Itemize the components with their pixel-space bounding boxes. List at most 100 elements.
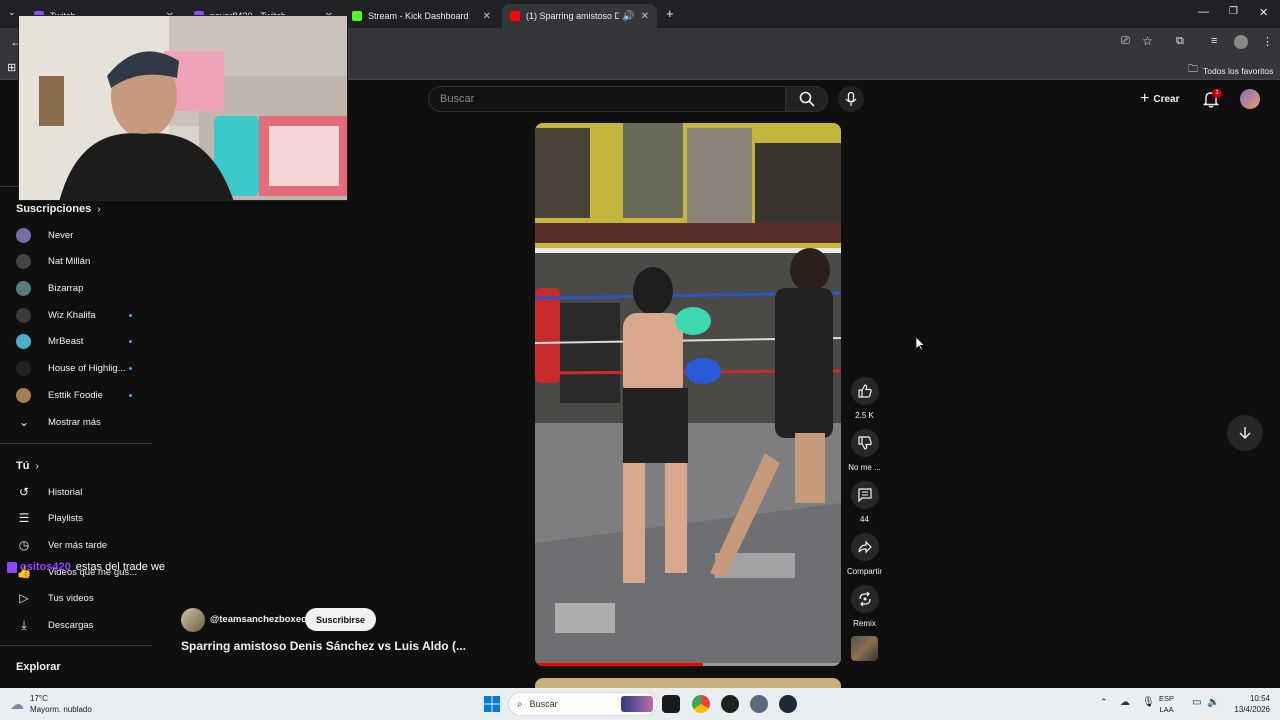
sidebar-subscription-item[interactable]: Bizarrap: [16, 277, 146, 299]
close-tab-icon[interactable]: ✕: [483, 11, 491, 22]
all-bookmarks-folder[interactable]: 🗀 Todos los favoritos: [1188, 62, 1273, 79]
new-content-dot: [129, 393, 132, 397]
new-tab-icon[interactable]: +: [666, 6, 674, 21]
search-icon: ⌕: [517, 698, 523, 710]
create-button[interactable]: + Crear: [1140, 88, 1179, 110]
minimize-icon[interactable]: —: [1198, 6, 1209, 18]
twitch-badge-icon: [7, 561, 17, 573]
short-video-player[interactable]: [535, 123, 841, 666]
search-highlight-image: [621, 696, 653, 712]
task-view-icon[interactable]: [662, 695, 680, 713]
sidebar-subscription-item[interactable]: MrBeast: [16, 331, 146, 353]
volume-icon[interactable]: 🔉: [1207, 697, 1219, 708]
sidebar-item-history[interactable]: ↺ Historial: [16, 481, 156, 503]
browser-menu-icon[interactable]: ⋮: [1262, 35, 1273, 48]
playlists-icon: ☰: [18, 511, 30, 525]
subscription-name: Nat Millán: [48, 256, 91, 268]
remix-button[interactable]: Remix: [849, 585, 880, 628]
chevron-down-icon: ⌄: [18, 415, 30, 429]
tray-chevron-up-icon[interactable]: ⌃: [1100, 697, 1108, 708]
subscribe-button[interactable]: Suscribirse: [305, 608, 377, 631]
mouse-cursor-icon: [916, 337, 925, 351]
thumbs-down-icon: [850, 429, 879, 457]
microphone-icon: [845, 91, 857, 106]
network-icon[interactable]: ▭: [1192, 697, 1201, 708]
media-controls-icon[interactable]: ≡: [1211, 35, 1217, 47]
like-button[interactable]: 2.5 K: [849, 377, 880, 420]
channel-avatar: [16, 254, 31, 270]
extensions-icon[interactable]: ⧉: [1176, 35, 1184, 48]
folder-icon: 🗀: [1188, 64, 1198, 75]
weather-widget[interactable]: ☁ 17°C Mayorm. nublado: [10, 693, 92, 715]
video-title[interactable]: Sparring amistoso Denis Sánchez vs Luis …: [181, 639, 466, 653]
voice-search-button[interactable]: [838, 86, 864, 112]
sidebar-item-playlists[interactable]: ☰ Playlists: [16, 507, 156, 529]
onedrive-icon[interactable]: ☁: [1120, 697, 1130, 708]
app-icon[interactable]: [721, 695, 739, 713]
sidebar-subscription-item[interactable]: Wiz Khalifa: [16, 304, 146, 326]
comment-icon: [850, 481, 879, 509]
system-clock[interactable]: 10:54 13/4/2026: [1222, 693, 1270, 715]
chat-username: ositos420: [20, 561, 71, 573]
windows-start-icon[interactable]: [484, 696, 500, 712]
thumbs-up-icon: [850, 377, 879, 405]
channel-avatar: [16, 227, 31, 243]
close-window-icon[interactable]: ✕: [1259, 6, 1268, 19]
avatar[interactable]: [1240, 89, 1260, 109]
tab-list-chevron-icon[interactable]: ⌄: [8, 7, 16, 18]
webcam-overlay: [18, 15, 348, 201]
sidebar-subscription-item[interactable]: House of Highlig...: [16, 358, 146, 380]
channel-avatar: [16, 280, 31, 296]
plus-icon: +: [1140, 90, 1150, 107]
subscription-name: Never: [48, 229, 74, 241]
tab-youtube-sparring[interactable]: (1) Sparring amistoso Deni: 🔊 ✕: [502, 4, 657, 28]
comments-button[interactable]: 44: [849, 481, 880, 524]
settings-gear-icon[interactable]: [750, 695, 768, 713]
new-content-dot: [129, 313, 132, 317]
audio-thumbnail[interactable]: [851, 636, 878, 661]
steam-icon[interactable]: [779, 695, 797, 713]
cast-icon[interactable]: ⎚: [1121, 35, 1130, 48]
sidebar-subscription-item[interactable]: Esttik Foodie: [16, 384, 146, 406]
sidebar-item-watch-later[interactable]: ◷ Ver más tarde: [16, 534, 156, 556]
kick-favicon-icon: [352, 11, 362, 21]
bookmark-star-icon[interactable]: ☆: [1142, 34, 1153, 48]
restore-icon[interactable]: ❐: [1229, 6, 1238, 17]
next-short-preview[interactable]: [535, 678, 841, 688]
dislike-button[interactable]: No me ...: [848, 429, 881, 472]
search-button[interactable]: [786, 86, 828, 112]
video-frame: [535, 123, 841, 666]
next-video-button[interactable]: [1227, 415, 1263, 451]
sidebar-subscription-item[interactable]: Never: [16, 224, 146, 246]
video-progress-fill: [535, 663, 704, 666]
notification-count-badge: 1: [1212, 89, 1222, 98]
subscription-name: Wiz Khalifa: [48, 309, 96, 321]
youtube-favicon-icon: [510, 11, 520, 21]
language-indicator[interactable]: ESP LAA: [1159, 693, 1174, 715]
sidebar-item-your-videos[interactable]: ▷ Tus videos: [16, 587, 156, 609]
show-more-button[interactable]: ⌄ Mostrar más: [16, 411, 156, 433]
sidebar-divider: [0, 645, 152, 646]
channel-avatar[interactable]: [181, 608, 205, 632]
tab-kick-dashboard[interactable]: Stream - Kick Dashboard ✕: [344, 4, 499, 28]
arrow-down-icon: [1239, 427, 1251, 439]
apps-grid-icon[interactable]: ⊞: [7, 61, 16, 74]
share-button[interactable]: Compartir: [847, 533, 882, 576]
channel-name[interactable]: @teamsanchezboxeo: [210, 614, 307, 625]
video-progress-bar[interactable]: [535, 663, 841, 666]
close-tab-icon[interactable]: ✕: [641, 11, 649, 22]
you-heading[interactable]: Tú ›: [16, 460, 39, 472]
downloads-icon: ⤓: [21, 617, 27, 632]
search-input[interactable]: Buscar: [428, 86, 786, 112]
chat-message: estas del trade we: [75, 561, 166, 573]
speaker-icon[interactable]: 🔊: [622, 11, 634, 22]
sidebar-item-downloads[interactable]: ⤓ Descargas: [16, 614, 156, 636]
sidebar-subscription-item[interactable]: Nat Millán: [16, 251, 146, 273]
microphone-tray-icon[interactable]: 🎙: [1142, 697, 1155, 708]
browser-profile-icon[interactable]: [1234, 35, 1248, 49]
taskbar-search[interactable]: ⌕ Buscar: [508, 692, 658, 716]
chrome-icon[interactable]: [692, 695, 710, 713]
subscriptions-heading[interactable]: Suscripciones ›: [16, 203, 101, 215]
history-icon: ↺: [18, 485, 30, 499]
new-content-dot: [129, 367, 132, 370]
